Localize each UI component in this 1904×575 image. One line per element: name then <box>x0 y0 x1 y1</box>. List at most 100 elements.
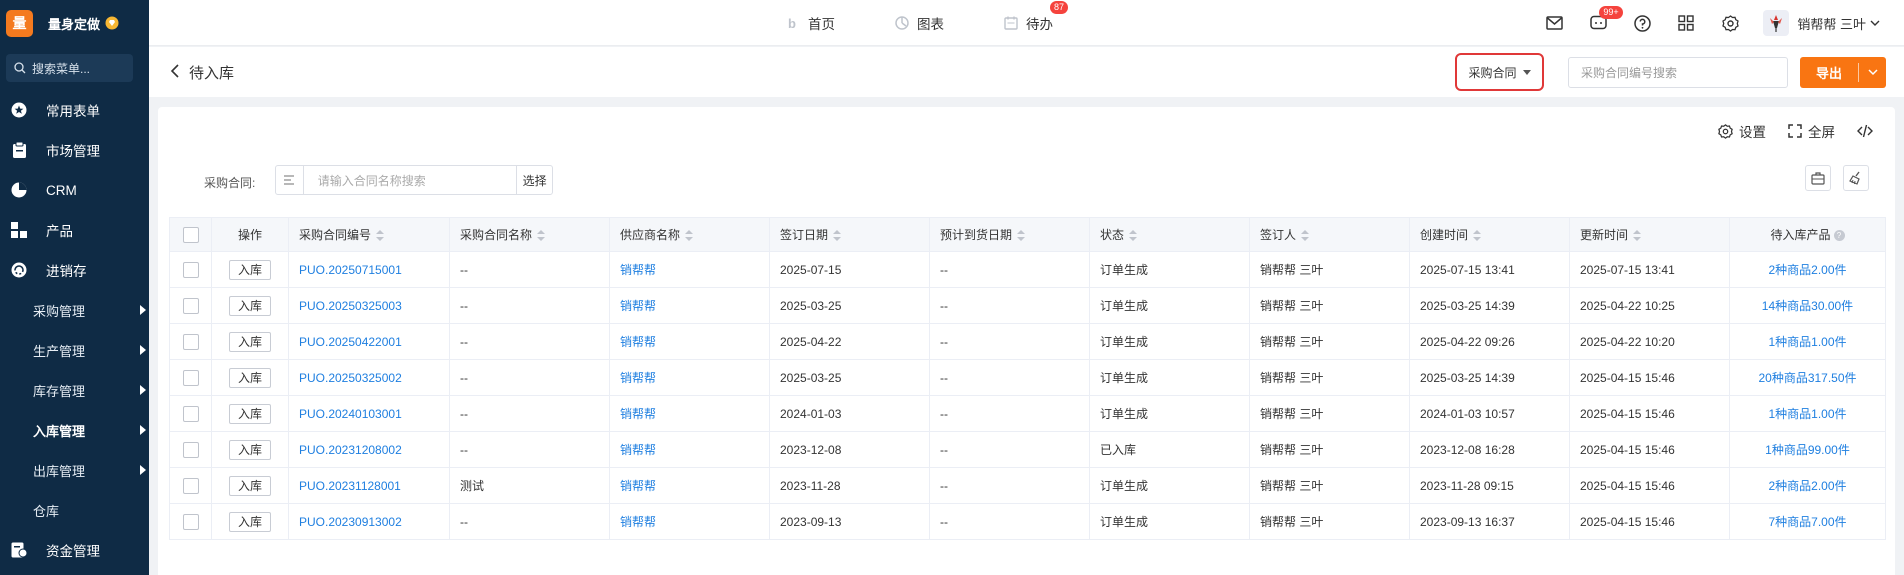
column-header[interactable]: 预计到货日期 <box>929 217 1090 252</box>
supplier-link[interactable]: 销帮帮 <box>620 407 656 421</box>
contract-code-link[interactable]: PUO.20250325003 <box>299 299 402 313</box>
column-header[interactable]: 签订人 <box>1249 217 1410 252</box>
sidebar-sub-warehouse[interactable]: 仓库 <box>0 490 149 530</box>
briefcase-button[interactable] <box>1805 165 1831 191</box>
supplier-link[interactable]: 销帮帮 <box>620 371 656 385</box>
row-checkbox[interactable] <box>182 261 199 278</box>
help-button[interactable] <box>1631 12 1653 34</box>
row-checkbox[interactable] <box>182 369 199 386</box>
pending-products-link[interactable]: 20种商品317.50件 <box>1758 371 1856 385</box>
contract-code-link[interactable]: PUO.20240103001 <box>299 407 402 421</box>
sidebar-item-market[interactable]: 市场管理 <box>0 130 149 170</box>
sidebar-item-inventory[interactable]: 进销存 <box>0 250 149 290</box>
sign-date-cell: 2025-07-15 <box>769 251 930 288</box>
column-header[interactable]: 状态 <box>1089 217 1250 252</box>
sidebar-sub-outbound[interactable]: 出库管理 <box>0 450 149 490</box>
settings-button[interactable] <box>1719 12 1741 34</box>
brand[interactable]: 量 量身定做 <box>0 0 149 46</box>
contract-type-select[interactable]: 采购合同 <box>1455 53 1544 91</box>
avatar[interactable] <box>1763 10 1790 36</box>
nav-home[interactable]: b 首页 <box>786 13 835 33</box>
info-icon[interactable]: ? <box>1833 230 1845 242</box>
contract-code-link[interactable]: PUO.20250325002 <box>299 371 402 385</box>
supplier-link[interactable]: 销帮帮 <box>620 515 656 529</box>
message-button[interactable]: 99+ <box>1587 6 1623 34</box>
inbound-button[interactable]: 入库 <box>229 439 271 460</box>
supplier-link[interactable]: 销帮帮 <box>620 335 656 349</box>
pending-products-link[interactable]: 1种商品99.00件 <box>1765 443 1850 457</box>
row-checkbox[interactable] <box>182 441 199 458</box>
clear-filter-button[interactable] <box>1843 165 1869 191</box>
inbound-button[interactable]: 入库 <box>229 403 271 424</box>
pending-products-link[interactable]: 2种商品2.00件 <box>1768 479 1846 493</box>
supplier-link[interactable]: 销帮帮 <box>620 263 656 277</box>
column-header[interactable]: 采购合同名称 <box>449 217 610 252</box>
pending-products-link[interactable]: 1种商品1.00件 <box>1768 335 1846 349</box>
sidebar-item-common-forms[interactable]: 常用表单 <box>0 90 149 130</box>
sort-icon[interactable] <box>833 230 842 242</box>
sidebar-sub-production[interactable]: 生产管理 <box>0 330 149 370</box>
sidebar-sub-inbound[interactable]: 入库管理 <box>0 410 149 450</box>
contract-code-link[interactable]: PUO.20250715001 <box>299 263 402 277</box>
select-all-checkbox[interactable] <box>182 226 199 243</box>
sidebar-item-crm[interactable]: CRM <box>0 170 149 210</box>
row-checkbox[interactable] <box>182 333 199 350</box>
contract-code-link[interactable]: PUO.20230913002 <box>299 515 402 529</box>
choose-button[interactable]: 选择 <box>516 166 552 194</box>
mail-button[interactable] <box>1543 12 1565 34</box>
sort-icon[interactable] <box>1633 230 1642 242</box>
sort-icon[interactable] <box>376 230 385 242</box>
sort-icon[interactable] <box>1473 230 1482 242</box>
pending-products-link[interactable]: 14种商品30.00件 <box>1762 299 1853 313</box>
settings-tool-button[interactable]: 设置 <box>1718 121 1766 141</box>
inbound-button[interactable]: 入库 <box>229 511 271 532</box>
sort-icon[interactable] <box>537 230 546 242</box>
supplier-link[interactable]: 销帮帮 <box>620 299 656 313</box>
contract-code-link[interactable]: PUO.20250422001 <box>299 335 402 349</box>
fullscreen-button[interactable]: 全屏 <box>1788 121 1835 141</box>
inbound-button[interactable]: 入库 <box>229 331 271 352</box>
menu-search-input[interactable]: 搜索菜单... <box>6 54 133 82</box>
sidebar-sub-stock[interactable]: 库存管理 <box>0 370 149 410</box>
pending-products-link[interactable]: 1种商品1.00件 <box>1768 407 1846 421</box>
export-dropdown-toggle[interactable] <box>1859 69 1886 76</box>
chevron-down-icon[interactable] <box>1870 20 1880 27</box>
sort-icon[interactable] <box>1129 230 1138 242</box>
column-header[interactable]: 签订日期 <box>769 217 930 252</box>
sort-icon[interactable] <box>685 230 694 242</box>
column-header[interactable]: 更新时间 <box>1569 217 1730 252</box>
row-checkbox[interactable] <box>182 477 199 494</box>
inbound-button[interactable]: 入库 <box>229 295 271 316</box>
inbound-button[interactable]: 入库 <box>229 367 271 388</box>
nav-charts[interactable]: 图表 <box>895 13 944 33</box>
supplier-link[interactable]: 销帮帮 <box>620 479 656 493</box>
apps-button[interactable] <box>1675 12 1697 34</box>
code-view-button[interactable] <box>1857 124 1879 138</box>
eta-cell: -- <box>929 251 1090 288</box>
sidebar-item-product[interactable]: 产品 <box>0 210 149 250</box>
row-checkbox[interactable] <box>182 297 199 314</box>
back-arrow-icon[interactable] <box>170 63 180 79</box>
pending-products-link[interactable]: 2种商品2.00件 <box>1768 263 1846 277</box>
contract-code-search-input[interactable]: 采购合同编号搜索 <box>1568 57 1788 88</box>
filter-prefix[interactable] <box>276 166 304 194</box>
nav-todo[interactable]: 待办 87 <box>1004 1 1069 33</box>
column-header[interactable]: 供应商名称 <box>609 217 770 252</box>
supplier-link[interactable]: 销帮帮 <box>620 443 656 457</box>
pending-products-link[interactable]: 7种商品7.00件 <box>1768 515 1846 529</box>
sort-icon[interactable] <box>1301 230 1310 242</box>
sidebar-sub-purchase[interactable]: 采购管理 <box>0 290 149 330</box>
export-button[interactable]: 导出 <box>1800 57 1886 88</box>
column-header[interactable]: 采购合同编号 <box>288 217 450 252</box>
row-checkbox[interactable] <box>182 405 199 422</box>
contract-code-link[interactable]: PUO.20231128001 <box>299 479 401 493</box>
row-checkbox[interactable] <box>182 513 199 530</box>
user-name[interactable]: 销帮帮 三叶 <box>1797 14 1866 33</box>
contract-code-link[interactable]: PUO.20231208002 <box>299 443 402 457</box>
inbound-button[interactable]: 入库 <box>229 475 271 496</box>
column-header[interactable]: 创建时间 <box>1409 217 1570 252</box>
sidebar-item-funds[interactable]: 资金管理 <box>0 530 149 570</box>
sort-icon[interactable] <box>1017 230 1026 242</box>
contract-name-input[interactable]: 请输入合同名称搜索 <box>304 172 516 189</box>
inbound-button[interactable]: 入库 <box>229 259 271 280</box>
